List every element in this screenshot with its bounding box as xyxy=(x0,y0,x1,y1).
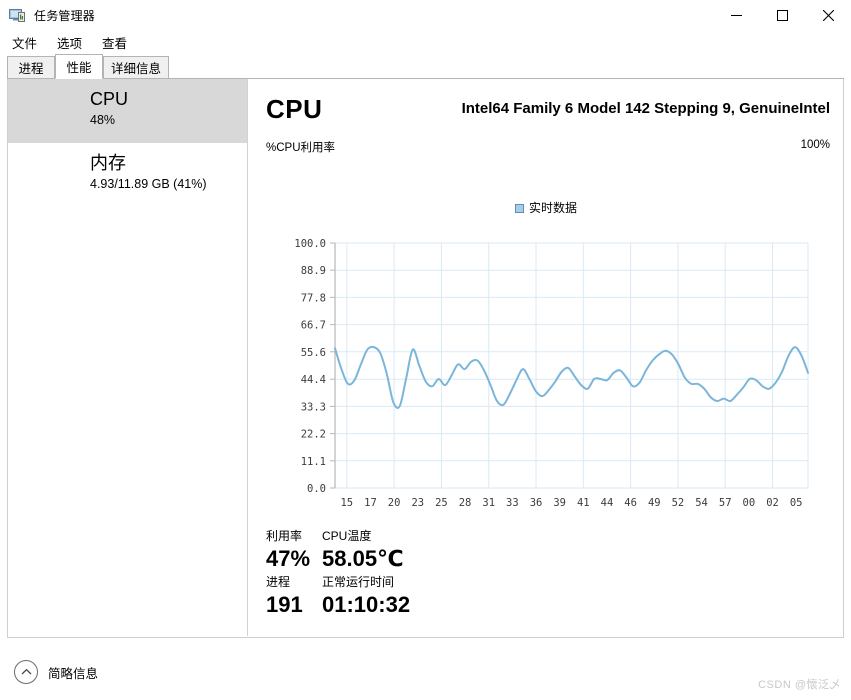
processor-name: Intel64 Family 6 Model 142 Stepping 9, G… xyxy=(461,100,830,117)
chart-caption-right: 100% xyxy=(800,139,830,151)
fewer-details-label: 简略信息 xyxy=(48,666,99,681)
svg-text:17: 17 xyxy=(364,497,377,509)
menu-item-view[interactable]: 查看 xyxy=(100,32,129,53)
processes-value: 191 xyxy=(266,592,303,617)
svg-text:52: 52 xyxy=(672,497,685,509)
cpu-stats: 利用率 CPU温度 47% 58.05℃ 进程 正常运行时间 191 01:10… xyxy=(266,527,826,619)
menu-item-file[interactable]: 文件 xyxy=(10,32,39,53)
svg-text:44.4: 44.4 xyxy=(301,374,326,386)
maximize-button[interactable] xyxy=(759,0,805,31)
svg-text:77.8: 77.8 xyxy=(301,292,326,304)
processes-label: 进程 xyxy=(266,575,291,589)
cpu-usage-chart: 实时数据 0.0 11.1 22.2 33.3 44.4 55.6 66.7 77.8 88.9… xyxy=(248,159,844,509)
tab-strip: 进程 性能 详细信息 xyxy=(0,54,851,79)
chevron-up-icon xyxy=(14,660,38,684)
watermark: CSDN @懷泛乄 xyxy=(758,679,841,691)
svg-text:49: 49 xyxy=(648,497,661,509)
page-title: CPU xyxy=(266,94,323,124)
svg-text:39: 39 xyxy=(553,497,566,509)
sidebar-item-memory-value: 4.93/11.89 GB (41%) xyxy=(90,177,207,191)
uptime-label: 正常运行时间 xyxy=(322,575,395,589)
cpu-detail-panel: CPU Intel64 Family 6 Model 142 Stepping … xyxy=(248,79,844,636)
svg-text:55.6: 55.6 xyxy=(301,347,326,359)
uptime-value: 01:10:32 xyxy=(322,592,411,617)
stats-values-row-1: 47% 58.05℃ xyxy=(266,545,826,573)
tab-processes[interactable]: 进程 xyxy=(7,56,55,79)
svg-text:33.3: 33.3 xyxy=(301,401,326,413)
sidebar-item-memory-title: 内存 xyxy=(90,153,126,173)
temperature-value: 58.05℃ xyxy=(322,546,404,571)
svg-text:02: 02 xyxy=(766,497,779,509)
tab-details-label: 详细信息 xyxy=(110,62,161,76)
svg-text:0.0: 0.0 xyxy=(307,483,326,495)
tab-performance[interactable]: 性能 xyxy=(55,54,103,79)
svg-text:66.7: 66.7 xyxy=(301,320,326,332)
tab-details[interactable]: 详细信息 xyxy=(103,56,169,79)
window-controls xyxy=(713,0,851,31)
cpu-header: CPU Intel64 Family 6 Model 142 Stepping … xyxy=(248,79,844,154)
close-icon xyxy=(822,10,834,21)
sidebar-item-cpu-value: 48% xyxy=(90,113,116,127)
footer-bar: 简略信息 xyxy=(0,645,851,700)
stats-labels-row-2: 进程 正常运行时间 xyxy=(266,573,826,591)
fewer-details-button[interactable]: 简略信息 xyxy=(14,660,98,684)
sidebar-item-memory[interactable]: 内存 4.93/11.89 GB (41%) xyxy=(8,143,247,207)
minimize-icon xyxy=(730,15,742,16)
svg-text:05: 05 xyxy=(790,497,803,509)
svg-text:36: 36 xyxy=(530,497,543,509)
menu-bar: 文件 选项 查看 xyxy=(0,31,851,53)
utilization-value: 47% xyxy=(266,546,311,571)
tab-performance-label: 性能 xyxy=(66,61,92,75)
svg-text:23: 23 xyxy=(411,497,424,509)
close-button[interactable] xyxy=(805,0,851,31)
stats-labels-row-1: 利用率 CPU温度 xyxy=(266,527,826,545)
svg-text:20: 20 xyxy=(388,497,401,509)
svg-text:54: 54 xyxy=(695,497,708,509)
svg-text:11.1: 11.1 xyxy=(301,456,326,468)
task-manager-window: 任务管理器 文件 选项 查看 进程 性能 详细信息 CPU 48% 内存 4.9… xyxy=(0,0,851,700)
task-manager-icon xyxy=(9,7,26,24)
minimize-button[interactable] xyxy=(713,0,759,31)
svg-text:31: 31 xyxy=(482,497,495,509)
tab-processes-label: 进程 xyxy=(18,62,44,76)
menu-item-options[interactable]: 选项 xyxy=(55,32,84,53)
svg-text:25: 25 xyxy=(435,497,448,509)
temperature-label: CPU温度 xyxy=(322,529,372,543)
svg-text:88.9: 88.9 xyxy=(301,265,326,277)
svg-text:33: 33 xyxy=(506,497,519,509)
svg-text:44: 44 xyxy=(601,497,614,509)
content-panel: CPU 48% 内存 4.93/11.89 GB (41%) CPU Intel… xyxy=(7,79,844,638)
svg-text:57: 57 xyxy=(719,497,732,509)
window-title: 任务管理器 xyxy=(34,9,96,23)
chart-plot-area: 0.0 11.1 22.2 33.3 44.4 55.6 66.7 77.8 88.9 100.0… xyxy=(294,238,809,509)
svg-text:15: 15 xyxy=(340,497,353,509)
utilization-label: 利用率 xyxy=(266,529,303,543)
svg-text:00: 00 xyxy=(743,497,756,509)
chart-caption-left: %CPU利用率 xyxy=(266,142,336,154)
sidebar-item-cpu-title: CPU xyxy=(90,89,129,109)
stats-values-row-2: 191 01:10:32 xyxy=(266,591,826,619)
svg-text:46: 46 xyxy=(624,497,637,509)
sidebar-item-cpu[interactable]: CPU 48% xyxy=(8,79,247,143)
svg-text:28: 28 xyxy=(459,497,472,509)
svg-text:41: 41 xyxy=(577,497,590,509)
resource-sidebar: CPU 48% 内存 4.93/11.89 GB (41%) xyxy=(8,79,247,636)
maximize-icon xyxy=(776,10,788,21)
svg-text:22.2: 22.2 xyxy=(301,429,326,441)
svg-text:100.0: 100.0 xyxy=(294,238,326,250)
title-bar: 任务管理器 xyxy=(0,0,851,31)
